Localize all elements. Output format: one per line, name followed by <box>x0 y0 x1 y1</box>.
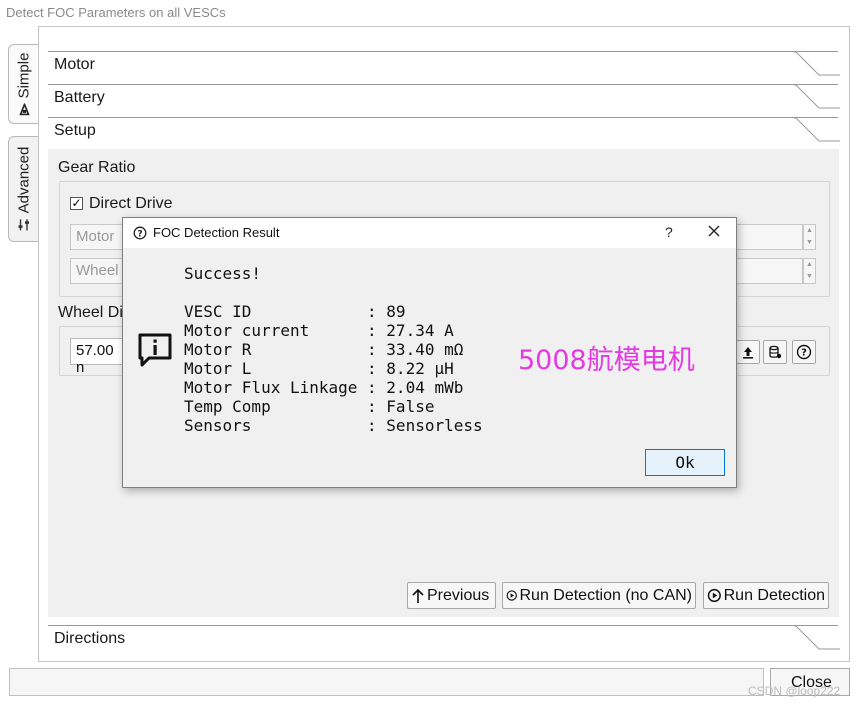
result-value: 89 <box>386 302 406 321</box>
result-separator: : <box>251 359 387 378</box>
section-directions-label: Directions <box>54 630 126 647</box>
collapse-edge-icon <box>794 51 840 76</box>
result-row: Motor L : 8.22 µH <box>184 359 454 378</box>
result-row: Sensors : Sensorless <box>184 416 483 435</box>
window-title: Detect FOC Parameters on all VESCs <box>6 5 226 20</box>
database-icon <box>769 345 782 359</box>
info-message-icon <box>138 333 172 367</box>
result-separator: : <box>309 321 387 340</box>
tab-simple[interactable]: Simple <box>8 44 38 124</box>
section-header-setup[interactable]: Setup <box>48 117 840 150</box>
run-detection-button[interactable]: Run Detection <box>703 582 829 609</box>
gear-ratio-label: Gear Ratio <box>58 159 136 176</box>
result-value: False <box>386 397 435 416</box>
tab-advanced[interactable]: Advanced <box>8 136 38 242</box>
result-separator: : <box>357 378 387 397</box>
previous-button[interactable]: Previous <box>407 582 496 609</box>
motor-gear-spinner[interactable]: ▲ ▼ <box>803 224 816 250</box>
wheel-diameter-label: Wheel Dia <box>58 304 132 321</box>
wheel-diameter-input[interactable]: 57.00 n <box>70 338 130 376</box>
run-detection-no-can-label: Run Detection (no CAN) <box>519 586 692 604</box>
tab-simple-label: Simple <box>15 52 32 99</box>
help-circle-icon: ? <box>796 344 812 360</box>
result-label: Motor L <box>184 359 252 378</box>
result-separator: : <box>251 416 387 435</box>
section-header-directions[interactable]: Directions <box>48 625 840 658</box>
watermark: CSDN @loop222 <box>748 684 841 698</box>
previous-label: Previous <box>427 586 490 604</box>
wheel-gear-spinner[interactable]: ▲ ▼ <box>803 258 816 284</box>
direct-drive-label: Direct Drive <box>89 195 173 212</box>
ok-button[interactable]: Ok <box>645 449 725 476</box>
result-label: Temp Comp <box>184 397 271 416</box>
collapse-edge-icon <box>794 84 840 109</box>
direct-drive-checkbox[interactable]: ✓ <box>70 197 83 210</box>
database-button[interactable] <box>763 340 787 364</box>
dialog-titlebar: ? FOC Detection Result ? <box>123 218 736 248</box>
section-battery-label: Battery <box>54 89 105 106</box>
dialog-help-button[interactable]: ? <box>665 224 673 240</box>
result-row: Temp Comp : False <box>184 397 434 416</box>
section-header-motor[interactable]: Motor <box>48 51 840 84</box>
result-label: Motor current <box>184 321 310 340</box>
result-value: 2.04 mWb <box>386 378 464 397</box>
annotation-text: 5008航模电机 <box>518 345 695 376</box>
close-icon[interactable] <box>707 224 721 238</box>
result-separator: : <box>251 340 387 359</box>
upload-button[interactable] <box>736 340 760 364</box>
result-label: Motor Flux Linkage <box>184 378 358 397</box>
result-label: VESC ID <box>184 302 252 321</box>
result-row: Motor current : 27.34 A <box>184 321 454 340</box>
collapse-edge-icon <box>794 117 840 142</box>
sliders-icon <box>18 219 29 231</box>
foc-result-dialog: ? FOC Detection Result ? Success! VESC I… <box>122 217 737 488</box>
section-header-battery[interactable]: Battery <box>48 84 840 117</box>
upload-icon <box>743 347 753 359</box>
question-circle-icon: ? <box>133 226 147 240</box>
svg-text:?: ? <box>137 229 142 239</box>
svg-text:?: ? <box>801 348 807 359</box>
motor-icon <box>18 103 29 116</box>
result-value: 33.40 mΩ <box>386 340 464 359</box>
result-value: 8.22 µH <box>386 359 454 378</box>
run-detection-no-can-button[interactable]: Run Detection (no CAN) <box>502 582 696 609</box>
result-row: Motor Flux Linkage : 2.04 mWb <box>184 378 463 397</box>
detection-status: Success! <box>184 264 262 283</box>
section-setup-label: Setup <box>54 122 96 139</box>
result-label: Sensors <box>184 416 252 435</box>
section-motor-label: Motor <box>54 56 95 73</box>
result-row: VESC ID : 89 <box>184 302 406 321</box>
tab-advanced-label: Advanced <box>15 146 32 214</box>
result-value: Sensorless <box>386 416 483 435</box>
result-value: 27.34 A <box>386 321 454 340</box>
result-separator: : <box>251 302 387 321</box>
run-detection-label: Run Detection <box>723 586 825 604</box>
dialog-title: FOC Detection Result <box>153 225 280 240</box>
arrow-up-icon <box>412 588 424 603</box>
result-label: Motor R <box>184 340 252 359</box>
collapse-edge-icon <box>794 625 840 650</box>
play-circle-icon <box>506 590 517 601</box>
play-circle-icon <box>707 588 721 603</box>
result-separator: : <box>270 397 387 416</box>
status-bar <box>9 668 764 696</box>
help-button[interactable]: ? <box>792 340 816 364</box>
result-row: Motor R : 33.40 mΩ <box>184 340 463 359</box>
